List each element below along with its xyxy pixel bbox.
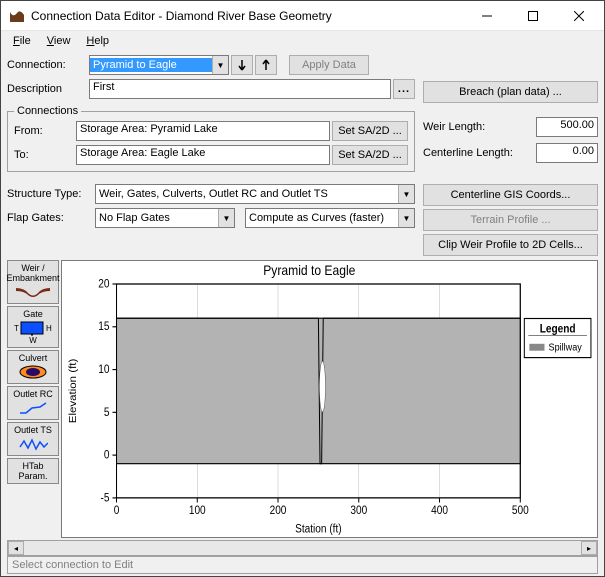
structure-type-value: Weir, Gates, Culverts, Outlet RC and Out… bbox=[96, 187, 398, 201]
connection-label: Connection: bbox=[7, 59, 87, 71]
chart-area[interactable]: Pyramid to Eagle 0 100 200 300 400 500 -5 0 5 10 15… bbox=[61, 260, 598, 538]
connection-combo[interactable]: Pyramid to Eagle ▼ bbox=[89, 55, 229, 75]
structure-type-label: Structure Type: bbox=[7, 188, 93, 200]
description-input[interactable]: First bbox=[89, 79, 391, 99]
gate-icon: T H bbox=[13, 320, 53, 336]
svg-text:200: 200 bbox=[270, 504, 287, 517]
svg-text:15: 15 bbox=[98, 321, 109, 334]
svg-text:Spillway: Spillway bbox=[549, 342, 582, 354]
weir-length-field: 500.00 bbox=[536, 117, 598, 137]
svg-text:H: H bbox=[46, 324, 52, 333]
scroll-left-button[interactable]: ◂ bbox=[8, 541, 24, 555]
weir-length-label: Weir Length: bbox=[423, 121, 532, 133]
chevron-down-icon[interactable]: ▼ bbox=[398, 185, 414, 203]
compute-mode-value: Compute as Curves (faster) bbox=[246, 211, 398, 225]
apply-data-button[interactable]: Apply Data bbox=[289, 55, 369, 75]
status-text: Select connection to Edit bbox=[12, 559, 133, 571]
tool-gate-label: Gate bbox=[23, 309, 43, 319]
set-to-sa2d-button[interactable]: Set SA/2D ... bbox=[332, 145, 408, 165]
compute-mode-combo[interactable]: Compute as Curves (faster) ▼ bbox=[245, 208, 415, 228]
prev-connection-button[interactable] bbox=[231, 55, 253, 75]
tool-outlet-rc[interactable]: Outlet RC bbox=[7, 386, 59, 420]
culvert-icon bbox=[18, 364, 48, 380]
svg-text:Pyramid to Eagle: Pyramid to Eagle bbox=[263, 262, 355, 278]
content: Connection: Pyramid to Eagle ▼ Apply Dat… bbox=[1, 51, 604, 576]
description-label: Description bbox=[7, 83, 87, 95]
to-label: To: bbox=[14, 149, 74, 161]
close-button[interactable] bbox=[556, 2, 602, 30]
chevron-down-icon[interactable]: ▼ bbox=[212, 56, 228, 74]
app-icon bbox=[9, 8, 25, 24]
svg-text:10: 10 bbox=[98, 363, 109, 376]
svg-text:500: 500 bbox=[512, 504, 529, 517]
svg-text:Station (ft): Station (ft) bbox=[295, 523, 342, 536]
tool-outlet-ts[interactable]: Outlet TS bbox=[7, 422, 59, 456]
svg-text:Legend: Legend bbox=[540, 323, 576, 336]
h-scrollbar[interactable]: ◂ ▸ bbox=[7, 540, 598, 556]
menu-view[interactable]: View bbox=[41, 34, 77, 48]
from-field: Storage Area: Pyramid Lake bbox=[76, 121, 330, 141]
connections-legend: Connections bbox=[14, 105, 81, 117]
status-bar: Select connection to Edit bbox=[7, 556, 598, 574]
connections-group: Connections From: Storage Area: Pyramid … bbox=[7, 105, 415, 172]
tool-culvert-label: Culvert bbox=[19, 353, 48, 363]
chevron-down-icon[interactable]: ▼ bbox=[218, 209, 234, 227]
description-more-button[interactable]: ... bbox=[393, 79, 415, 99]
menu-help[interactable]: Help bbox=[80, 34, 115, 48]
flap-gates-value: No Flap Gates bbox=[96, 211, 218, 225]
clip-weir-button[interactable]: Clip Weir Profile to 2D Cells... bbox=[423, 234, 598, 256]
outlet-ts-icon bbox=[18, 436, 48, 452]
menu-file[interactable]: File bbox=[7, 34, 37, 48]
flap-gates-combo[interactable]: No Flap Gates ▼ bbox=[95, 208, 235, 228]
svg-text:300: 300 bbox=[350, 504, 367, 517]
scroll-right-button[interactable]: ▸ bbox=[581, 541, 597, 555]
set-from-sa2d-button[interactable]: Set SA/2D ... bbox=[332, 121, 408, 141]
svg-text:-5: -5 bbox=[100, 492, 109, 505]
titlebar: Connection Data Editor - Diamond River B… bbox=[1, 1, 604, 31]
minimize-button[interactable] bbox=[464, 2, 510, 30]
svg-text:Elevation (ft): Elevation (ft) bbox=[68, 359, 79, 424]
svg-text:20: 20 bbox=[98, 278, 109, 291]
flap-gates-label: Flap Gates: bbox=[7, 212, 93, 224]
breach-button[interactable]: Breach (plan data) ... bbox=[423, 81, 598, 103]
centerline-length-field: 0.00 bbox=[536, 143, 598, 163]
tool-gate[interactable]: Gate T H W bbox=[7, 306, 59, 348]
svg-text:100: 100 bbox=[189, 504, 206, 517]
tool-outlet-ts-label: Outlet TS bbox=[14, 425, 52, 435]
svg-text:5: 5 bbox=[104, 406, 110, 419]
tool-outlet-rc-label: Outlet RC bbox=[13, 389, 53, 399]
svg-text:0: 0 bbox=[104, 449, 110, 462]
tool-rail: Weir / Embankment Gate T H W bbox=[7, 260, 59, 538]
connection-value: Pyramid to Eagle bbox=[90, 58, 212, 72]
tool-htab-label: HTab Param. bbox=[9, 461, 57, 481]
tool-htab[interactable]: HTab Param. bbox=[7, 458, 59, 484]
to-field: Storage Area: Eagle Lake bbox=[76, 145, 330, 165]
structure-type-combo[interactable]: Weir, Gates, Culverts, Outlet RC and Out… bbox=[95, 184, 415, 204]
svg-text:T: T bbox=[14, 324, 19, 333]
window-title: Connection Data Editor - Diamond River B… bbox=[31, 9, 464, 23]
terrain-profile-button[interactable]: Terrain Profile ... bbox=[423, 209, 598, 231]
svg-text:0: 0 bbox=[114, 504, 120, 517]
tool-culvert[interactable]: Culvert bbox=[7, 350, 59, 384]
menubar: File View Help bbox=[1, 31, 604, 51]
weir-icon bbox=[16, 284, 50, 300]
tool-weir[interactable]: Weir / Embankment bbox=[7, 260, 59, 304]
centerline-length-label: Centerline Length: bbox=[423, 147, 532, 159]
svg-text:400: 400 bbox=[431, 504, 448, 517]
maximize-button[interactable] bbox=[510, 2, 556, 30]
next-connection-button[interactable] bbox=[255, 55, 277, 75]
outlet-rc-icon bbox=[18, 400, 48, 416]
centerline-gis-button[interactable]: Centerline GIS Coords... bbox=[423, 184, 598, 206]
chevron-down-icon[interactable]: ▼ bbox=[398, 209, 414, 227]
tool-weir-label: Weir / Embankment bbox=[6, 263, 59, 283]
from-label: From: bbox=[14, 125, 74, 137]
